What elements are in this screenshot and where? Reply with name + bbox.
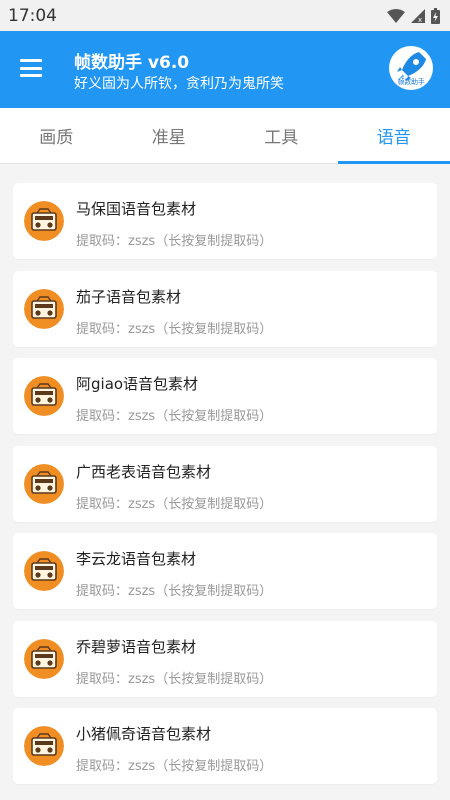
radio-icon bbox=[24, 463, 64, 504]
app-bar: 帧数助手 v6.0 好义固为人所钦，贪利乃为鬼所笑 帧数助手 bbox=[0, 31, 450, 108]
list-item[interactable]: 小猪佩奇语音包素材 提取码：zszs（长按复制提取码） bbox=[13, 708, 437, 784]
extraction-code[interactable]: 提取码：zszs（长按复制提取码） bbox=[76, 580, 272, 599]
voice-pack-title: 阿giao语音包素材 bbox=[76, 375, 199, 393]
extraction-code[interactable]: 提取码：zszs（长按复制提取码） bbox=[76, 230, 272, 249]
status-bar: 17:04 x bbox=[0, 0, 450, 31]
extraction-code[interactable]: 提取码：zszs（长按复制提取码） bbox=[76, 755, 272, 774]
tab-picture-quality[interactable]: 画质 bbox=[0, 108, 113, 163]
voice-pack-list: 马保国语音包素材 提取码：zszs（长按复制提取码） 茄子语音包素材 提取码：z… bbox=[13, 183, 437, 796]
voice-pack-title: 乔碧萝语音包素材 bbox=[76, 637, 197, 656]
list-item[interactable]: 马保国语音包素材 提取码：zszs（长按复制提取码） bbox=[13, 183, 437, 259]
voice-pack-title: 小猪佩奇语音包素材 bbox=[76, 725, 212, 743]
signal-icon: x bbox=[411, 8, 425, 23]
app-logo[interactable]: 帧数助手 bbox=[389, 46, 433, 90]
list-item[interactable]: 阿giao语音包素材 提取码：zszs（长按复制提取码） bbox=[13, 358, 437, 434]
app-title: 帧数助手 v6.0 bbox=[74, 53, 190, 73]
logo-text: 帧数助手 bbox=[397, 78, 425, 86]
radio-icon bbox=[24, 726, 64, 766]
status-time: 17:04 bbox=[8, 5, 57, 26]
extraction-code[interactable]: 提取码：zszs（长按复制提取码） bbox=[76, 668, 272, 687]
status-icons: x bbox=[387, 7, 440, 24]
svg-text:x: x bbox=[418, 16, 422, 23]
radio-icon bbox=[24, 201, 64, 241]
tab-tools[interactable]: 工具 bbox=[225, 108, 338, 163]
extraction-code[interactable]: 提取码：zszs（长按复制提取码） bbox=[76, 493, 272, 512]
extraction-code[interactable]: 提取码：zszs（长按复制提取码） bbox=[76, 405, 272, 424]
tab-voice[interactable]: 语音 bbox=[337, 108, 450, 164]
wifi-icon bbox=[387, 8, 405, 23]
radio-icon bbox=[24, 551, 64, 591]
extraction-code[interactable]: 提取码：zszs（长按复制提取码） bbox=[76, 318, 272, 337]
battery-icon bbox=[431, 7, 440, 24]
list-item[interactable]: 茄子语音包素材 提取码：zszs（长按复制提取码） bbox=[13, 270, 437, 347]
voice-pack-title: 李云龙语音包素材 bbox=[76, 550, 197, 568]
voice-pack-title: 茄子语音包素材 bbox=[76, 287, 182, 306]
list-item[interactable]: 广西老表语音包素材 提取码：zszs（长按复制提取码） bbox=[13, 445, 437, 522]
tab-crosshair[interactable]: 准星 bbox=[113, 108, 226, 163]
voice-pack-title: 马保国语音包素材 bbox=[76, 200, 197, 218]
app-subtitle: 好义固为人所钦，贪利乃为鬼所笑 bbox=[74, 76, 284, 92]
radio-icon bbox=[24, 376, 64, 416]
radio-icon bbox=[24, 638, 64, 679]
voice-pack-title: 广西老表语音包素材 bbox=[76, 462, 212, 481]
tab-bar: 画质 准星 工具 语音 bbox=[0, 108, 450, 164]
list-item[interactable]: 乔碧萝语音包素材 提取码：zszs（长按复制提取码） bbox=[13, 620, 437, 697]
hamburger-menu-icon[interactable] bbox=[18, 55, 44, 81]
list-item[interactable]: 李云龙语音包素材 提取码：zszs（长按复制提取码） bbox=[13, 533, 437, 609]
radio-icon bbox=[24, 288, 64, 329]
